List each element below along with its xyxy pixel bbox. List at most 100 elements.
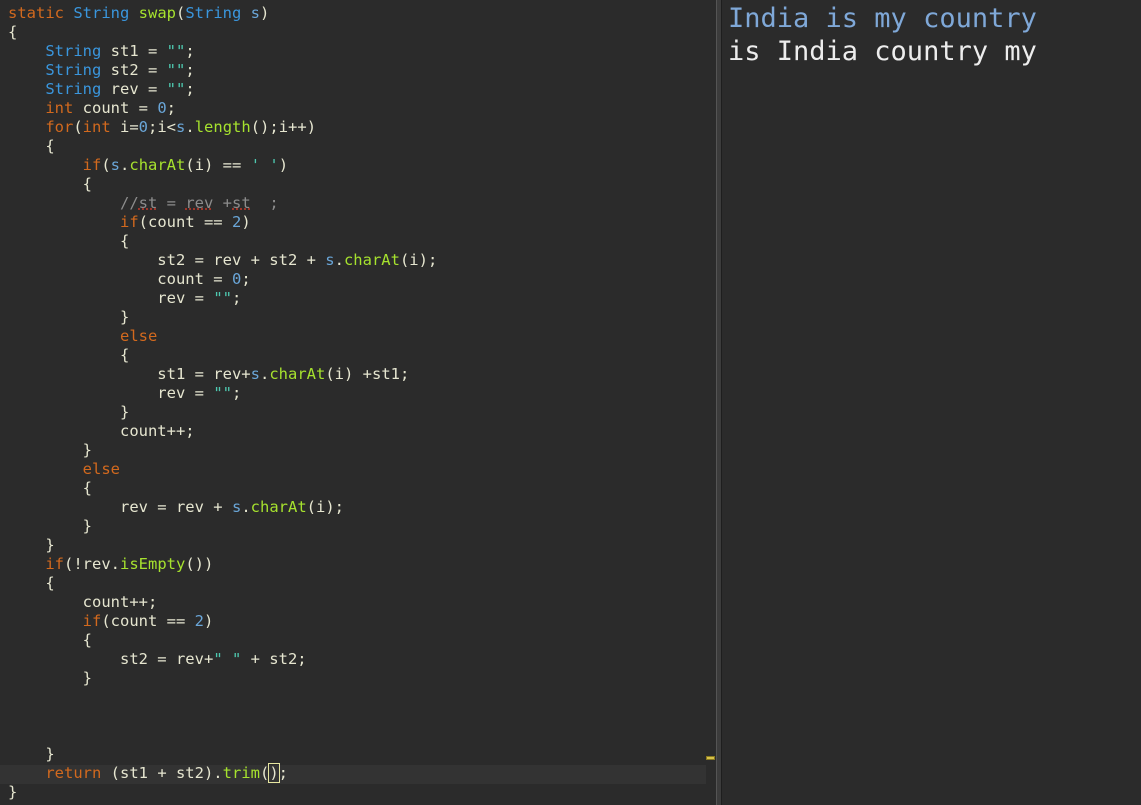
code-line[interactable]: { [8,137,55,156]
code-line[interactable]: { [8,479,92,498]
code-token: st2 = rev+ [8,650,214,668]
code-token: . [185,118,195,136]
code-token: " " [213,650,242,668]
code-line[interactable]: { [8,574,55,593]
code-line[interactable]: { [8,631,92,650]
code-line[interactable]: String st2 = ""; [8,61,195,80]
code-token: String [185,4,251,22]
code-token: ) [268,763,280,783]
code-token: rev = rev + [8,498,232,516]
code-token: st2 = rev + st2 + [8,251,326,269]
code-line[interactable]: if(s.charAt(i) == ' ') [8,156,288,175]
code-token: int [82,118,120,136]
code-token: ; [185,61,195,79]
code-line[interactable]: else [8,460,120,479]
code-editor[interactable]: static String swap(String s){ String st1… [0,0,716,805]
code-token: charAt [250,498,307,516]
code-line[interactable]: { [8,23,17,42]
code-line[interactable]: } [8,403,129,422]
code-line[interactable]: if(count == 2) [8,213,251,232]
code-line[interactable]: } [8,669,92,688]
code-token: rev = [8,289,214,307]
code-token: rev = [8,384,214,402]
code-token: { [8,23,18,41]
code-line[interactable]: } [8,745,54,764]
code-token: st2 = [110,61,167,79]
code-line[interactable]: count++; [8,593,158,612]
code-token: static [8,4,74,22]
scroll-marker[interactable] [706,756,715,760]
code-token: ;i< [148,118,177,136]
code-line[interactable]: int count = 0; [8,99,176,118]
code-line[interactable]: { [8,175,92,194]
code-line[interactable]: static String swap(String s) [8,4,269,23]
code-token: trim [222,764,260,782]
code-line[interactable]: st2 = rev+" " + st2; [8,650,307,669]
code-token: { [8,479,92,497]
code-line[interactable]: count++; [8,422,195,441]
code-token: + [213,194,232,212]
code-line[interactable]: String rev = ""; [8,80,194,99]
code-line[interactable]: String st1 = ""; [8,42,194,61]
code-line[interactable]: } [8,783,17,802]
code-token: ' ' [250,156,279,174]
code-line[interactable]: //st = rev +st ; [8,194,279,213]
code-line[interactable]: return (st1 + st2).trim(); [8,763,288,783]
code-token: { [8,346,130,364]
code-line[interactable]: } [8,308,129,327]
code-line[interactable]: if(!rev.isEmpty()) [8,555,213,574]
code-token: // [119,194,139,212]
code-token: (i); [306,498,344,516]
code-token: ) [260,4,270,22]
code-token: 0 [231,270,242,288]
code-token: String [45,42,111,60]
code-line[interactable]: { [8,346,129,365]
code-line[interactable]: { [8,232,129,251]
code-token: rev = [110,80,167,98]
code-token: 2 [194,612,204,630]
output-pane: India is my country is India country my [722,0,1141,805]
code-token: { [8,175,92,193]
code-line[interactable]: else [8,327,157,346]
code-token: st1 = rev+ [8,365,251,383]
code-token: ; [241,270,251,288]
code-token: { [8,574,55,592]
code-token: s [231,498,242,516]
code-token: "" [166,61,186,79]
code-token: } [8,669,92,687]
code-token: { [8,137,55,155]
code-line[interactable]: st2 = rev + st2 + s.charAt(i); [8,251,437,270]
code-line[interactable]: for(int i=0;i<s.length();i++) [8,118,316,137]
code-line[interactable]: rev = ""; [8,289,241,308]
code-line[interactable]: rev = ""; [8,384,241,403]
code-line[interactable]: } [8,441,92,460]
code-line[interactable]: } [8,536,54,555]
console-output-line: is India country my [728,36,1037,67]
code-line[interactable]: } [8,517,92,536]
code-token: if [119,213,139,231]
code-line[interactable]: if(count == 2) [8,612,214,631]
code-token: count = [82,99,158,117]
code-line[interactable]: count = 0; [8,270,251,289]
code-token: { [8,232,130,250]
code-token: return [45,764,111,782]
code-line[interactable]: st1 = rev+s.charAt(i) +st1; [8,365,409,384]
code-token: 0 [138,118,149,136]
code-token: s [250,4,260,22]
code-token: st [138,194,158,212]
code-token: ; [250,194,279,212]
code-line[interactable]: rev = rev + s.charAt(i); [8,498,344,517]
code-token: ; [231,289,242,307]
code-token: ) [204,612,214,630]
code-token: for [45,118,74,136]
code-token: + st2; [241,650,307,668]
console-input-line: India is my country [728,3,1037,34]
